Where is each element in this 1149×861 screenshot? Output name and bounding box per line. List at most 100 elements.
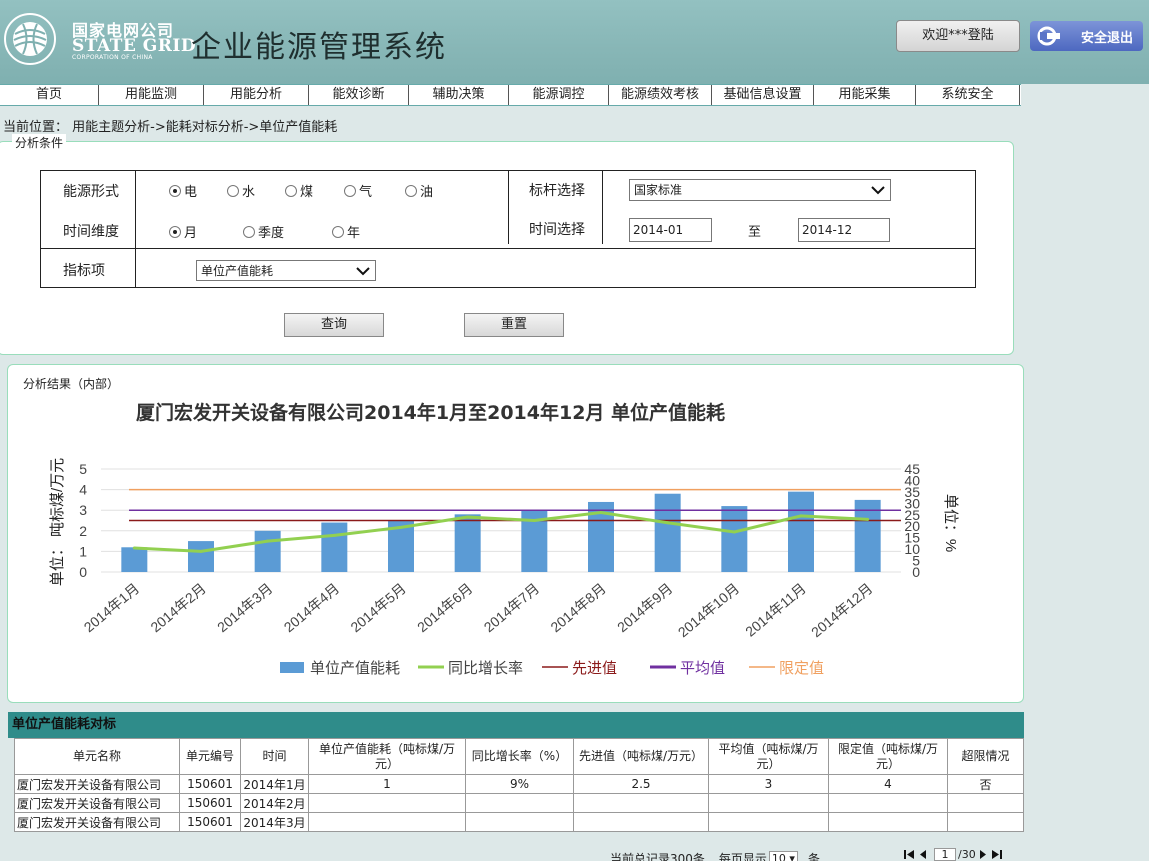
growth-rate-point (332, 533, 336, 537)
x-tick-label: 2014年1月 (81, 580, 143, 635)
table-row[interactable]: 厦门宏发开关设备有限公司 150601 2014年2月 (14, 793, 1024, 813)
time-to-input[interactable]: 2014-12 (798, 218, 890, 242)
cell-over-limit: 否 (947, 774, 1024, 794)
cell-unit-code: 150601 (179, 774, 241, 794)
energy-radio-oil[interactable]: 油 (405, 181, 433, 200)
conditions-legend: 分析条件 (12, 134, 67, 151)
growth-rate-point (532, 519, 536, 522)
column-header: 限定值（吨标煤/万元） (828, 738, 948, 775)
nav-item-home[interactable]: 首页 (0, 85, 99, 105)
header-bar: 国家电网公司 STATE GRID CORPORATION OF CHINA 企… (0, 0, 1149, 84)
nav-item-analysis[interactable]: 用能分析 (204, 85, 309, 105)
cell-average: 3 (708, 774, 829, 794)
bar (321, 522, 348, 572)
cell-time: 2014年1月 (240, 774, 309, 794)
energy-radio-gas[interactable]: 气 (344, 181, 372, 200)
bar (654, 493, 681, 572)
cell-advanced (573, 793, 709, 813)
indicator-select[interactable]: 单位产值能耗 (196, 260, 376, 281)
cell-unit-name: 厦门宏发开关设备有限公司 (14, 774, 180, 794)
page-number-input[interactable]: 1 (934, 848, 956, 861)
nav-item-monitor[interactable]: 用能监测 (99, 85, 204, 105)
table-row[interactable]: 厦门宏发开关设备有限公司 150601 2014年3月 (14, 812, 1024, 832)
cell-advanced: 2.5 (573, 774, 709, 794)
radio-icon (332, 225, 344, 238)
growth-rate-point (732, 530, 736, 534)
time-from-input[interactable]: 2014-01 (629, 218, 712, 242)
benchmark-table: 单元名称 单元编号 时间 单位产值能耗（吨标煤/万元） 同比增长率（%） 先进值… (14, 738, 1024, 832)
grid-divider (602, 171, 603, 244)
x-tick-label: 2014年5月 (347, 580, 409, 635)
energy-radio-electric[interactable]: 电 (169, 181, 197, 200)
radio-icon (227, 184, 239, 197)
energy-radio-coal[interactable]: 煤 (285, 181, 313, 200)
pager-controls: 1 /30 (903, 848, 1003, 861)
grid-divider (508, 171, 509, 244)
time-radio-month[interactable]: 月 (169, 222, 197, 241)
last-page-icon[interactable] (991, 849, 1003, 860)
next-page-icon[interactable] (978, 849, 988, 860)
logout-button[interactable]: 安全退出 (1030, 21, 1143, 51)
y-tick-label: 1 (79, 543, 87, 559)
brand-subtitle: CORPORATION OF CHINA (72, 54, 153, 61)
page-total: /30 (958, 848, 976, 861)
welcome-button[interactable]: 欢迎***登陆 (896, 20, 1020, 52)
brand-name-en: STATE GRID (72, 36, 197, 56)
time-range-separator: 至 (748, 225, 762, 240)
total-records: 当前总记录300条 (610, 852, 705, 861)
nav-item-decision[interactable]: 辅助决策 (409, 85, 509, 105)
y-tick-label: 4 (79, 482, 87, 498)
cell-time: 2014年2月 (240, 793, 309, 813)
time-dimension-label: 时间维度 (63, 224, 119, 240)
state-grid-logo (4, 13, 56, 65)
growth-rate-point (132, 546, 136, 550)
time-radio-quarter[interactable]: 季度 (243, 222, 284, 241)
y2-tick-label: 45 (904, 461, 920, 477)
table-row[interactable]: 厦门宏发开关设备有限公司 150601 2014年1月 1 9% 2.5 3 4… (14, 774, 1024, 794)
table-title: 单位产值能耗对标 (8, 712, 1024, 738)
nav-item-control[interactable]: 能源调控 (509, 85, 609, 105)
legend-label: 限定值 (779, 660, 824, 677)
nav-item-security[interactable]: 系统安全 (916, 85, 1020, 105)
benchmark-select[interactable]: 国家标准 (629, 179, 891, 201)
x-tick-label: 2014年7月 (481, 580, 543, 635)
chevron-down-icon (356, 267, 370, 276)
cell-unit-name: 厦门宏发开关设备有限公司 (14, 812, 180, 832)
x-tick-label: 2014年6月 (414, 580, 476, 635)
y-tick-label: 3 (79, 502, 87, 518)
per-page-select[interactable]: 10 ▾ (768, 851, 798, 861)
growth-rate-point (666, 521, 670, 525)
x-tick-label: 2014年11月 (742, 580, 809, 640)
nav-item-diagnosis[interactable]: 能效诊断 (309, 85, 409, 105)
nav-item-collection[interactable]: 用能采集 (814, 85, 916, 105)
per-page-unit: 条 (807, 852, 820, 861)
cell-unit-code: 150601 (179, 812, 241, 832)
logout-icon (1037, 26, 1060, 46)
cell-advanced (573, 812, 709, 832)
bar (121, 547, 148, 572)
legend-label: 同比增长率 (448, 660, 523, 677)
energy-radio-water[interactable]: 水 (227, 181, 255, 200)
cell-limit (828, 812, 948, 832)
radio-selected-icon (169, 225, 181, 238)
time-select-label: 时间选择 (529, 222, 585, 238)
growth-rate-point (866, 517, 870, 521)
cell-unit-name: 厦门宏发开关设备有限公司 (14, 793, 180, 813)
x-tick-label: 2014年4月 (281, 580, 343, 635)
main-nav: 首页 用能监测 用能分析 能效诊断 辅助决策 能源调控 能源绩效考核 基础信息设… (0, 84, 1021, 106)
chart-title: 厦门宏发开关设备有限公司2014年1月至2014年12月 单位产值能耗 (136, 402, 726, 424)
conditions-grid: 能源形式 电 水 煤 气 油 时间维度 月 季度 年 标杆选择 国家标准 时间选… (40, 170, 976, 288)
bar (188, 541, 214, 572)
indicator-label: 指标项 (63, 263, 105, 279)
nav-item-basic-info[interactable]: 基础信息设置 (712, 85, 814, 105)
time-radio-year[interactable]: 年 (332, 222, 360, 241)
query-button[interactable]: 查询 (284, 313, 384, 337)
reset-button[interactable]: 重置 (464, 313, 564, 337)
x-tick-label: 2014年9月 (614, 580, 676, 635)
first-page-icon[interactable] (903, 849, 915, 860)
cell-limit: 4 (828, 774, 948, 794)
cell-over-limit (947, 812, 1024, 832)
nav-item-performance[interactable]: 能源绩效考核 (609, 85, 712, 105)
prev-page-icon[interactable] (918, 849, 928, 860)
x-tick-label: 2014年10月 (675, 580, 743, 640)
